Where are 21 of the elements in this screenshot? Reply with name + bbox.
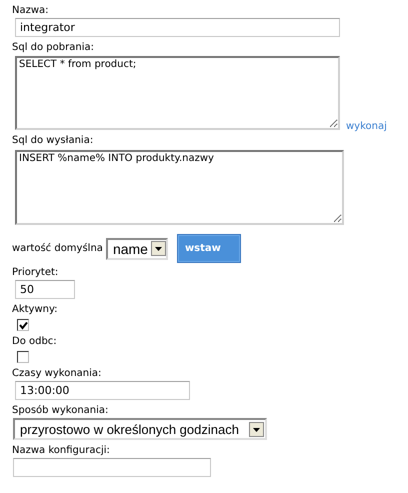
checkbox[interactable] (17, 351, 29, 363)
times-field[interactable]: 13:00:00 (15, 381, 190, 400)
field-label: Sposób wykonania: (12, 405, 108, 417)
mode-select[interactable]: przyrostowo w określonych godzinach (13, 418, 267, 440)
run-link[interactable]: wykonaj (346, 121, 387, 133)
field-label: wartość domyślna (12, 242, 103, 254)
config-name-field[interactable] (13, 458, 211, 477)
sql-fetch-field[interactable]: SELECT * from product; (15, 56, 340, 130)
sql-send-field[interactable]: INSERT %name% INTO produkty.nazwy (15, 150, 344, 225)
field-label: Priorytet: (12, 267, 58, 279)
field-label: Aktywny: (12, 304, 58, 316)
field-label: Do odbc: (12, 336, 57, 348)
priority-field[interactable]: 50 (15, 280, 75, 299)
default-value-select[interactable]: name (106, 238, 168, 260)
field-label: Nazwa: (12, 5, 49, 17)
field-label: Czasy wykonania: (12, 368, 102, 380)
field-label: Sql do pobrania: (12, 42, 94, 54)
name-field[interactable]: integrator (15, 18, 340, 37)
field-label: Sql do wysłania: (12, 135, 94, 147)
field-label: Nazwa konfiguracji: (12, 445, 110, 457)
checkbox[interactable] (17, 319, 29, 331)
